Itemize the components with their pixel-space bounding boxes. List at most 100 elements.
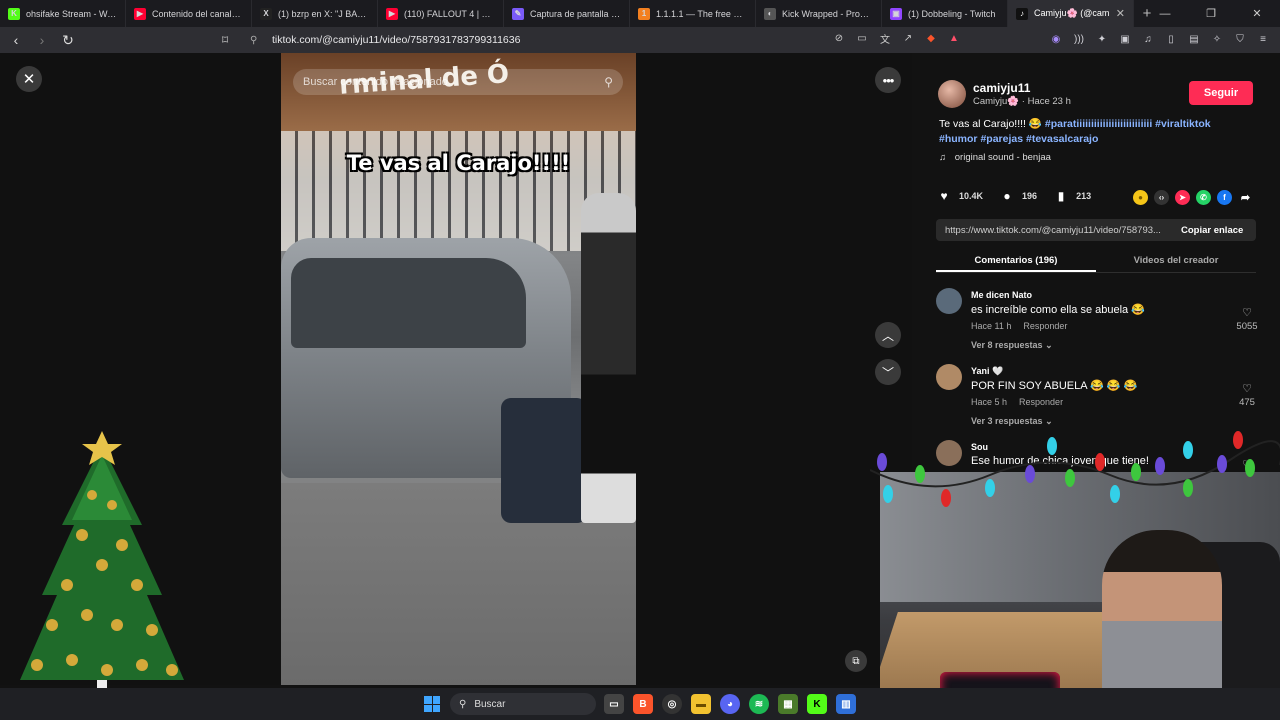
browser-tab[interactable]: ◐ Kick Wrapped - Processin [756,0,882,27]
comment-like[interactable]: ♡ 5055 [1232,306,1262,332]
browser-tab[interactable]: ▶ Contenido del canal - You [126,0,252,27]
comment-like[interactable]: ♡ 475 [1232,382,1262,408]
search-icon[interactable]: ⚲ [604,75,613,89]
video-player[interactable]: rminal de Ó Buscar contenido relacionado… [281,53,636,685]
reply-button[interactable]: Responder [1019,397,1063,407]
site-info-icon[interactable]: ⚲ [250,35,266,46]
close-video-button[interactable]: ✕ [16,66,42,92]
save-stat[interactable]: ▮ 213 [1053,188,1091,204]
kick-icon[interactable]: K [807,694,827,714]
task-view-icon[interactable]: ▭ [604,694,624,714]
obs-icon[interactable]: ◎ [662,694,682,714]
cast-icon[interactable]: ▭ [855,31,869,45]
follow-button[interactable]: Seguir [1189,81,1253,105]
extensions-icon[interactable]: ✦ [1095,32,1109,46]
address-url[interactable]: tiktok.com/@camiyju11/video/758793178379… [272,34,520,46]
close-window-icon[interactable]: ✕ [1234,0,1280,27]
bookmark-icon[interactable]: ⌑ [222,33,238,47]
hashtag-link[interactable]: #humor [939,133,978,145]
menu-icon[interactable]: ≡ [1256,32,1270,46]
translate-icon[interactable]: 文 [878,31,892,46]
audio-icon[interactable]: ))) [1072,32,1086,46]
hashtag-link[interactable]: #viraltiktok [1155,118,1210,130]
windows-start-icon[interactable] [424,696,440,712]
whatsapp-icon[interactable]: ✆ [1196,190,1211,205]
browser-tab[interactable]: Kohsifake Stream - Watch L [0,0,126,27]
browser-tab[interactable]: X (1) bzrp en X: "J BALVIN || [252,0,378,27]
brave-rewards-icon[interactable]: ▲ [947,31,961,45]
back-icon[interactable]: ‹ [6,30,26,50]
screenshot-icon[interactable]: ▣ [1118,32,1132,46]
vpn-icon[interactable]: ⛉ [1233,32,1247,46]
browser-tab[interactable]: ✎ Captura de pantalla por Li [504,0,630,27]
music-icon[interactable]: ♫ [1141,32,1155,46]
description-text: Te vas al Carajo!!!! 😂 [939,118,1042,130]
christmas-lights-overlay [870,431,1280,507]
store-icon[interactable]: ▥ [836,694,856,714]
wallet-icon[interactable]: ▤ [1187,32,1201,46]
like-stat[interactable]: ♥ 10.4K [936,188,983,204]
browser-tab[interactable]: ♪ Camiyju🌸 (@cam ✕ [1008,0,1134,27]
next-video-button[interactable]: ﹀ [875,359,901,385]
browser-tab[interactable]: ▣ (1) Dobbeling - Twitch [882,0,1008,27]
hashtag-link[interactable]: #parejas [980,133,1023,145]
related-search-placeholder: Buscar contenido relacionado [303,76,448,88]
hashtag-link[interactable]: #paratiiiiiiiiiiiiiiiiiiiiiiiiii [1045,118,1152,130]
reload-icon[interactable]: ↻ [58,30,78,50]
embed-icon[interactable]: ‹› [1154,190,1169,205]
comment-icon[interactable]: ● [999,188,1015,204]
taskbar-search[interactable]: ⚲ Buscar [450,693,596,715]
no-camera-icon[interactable]: ⊘ [832,31,846,45]
commenter-name[interactable]: Me dicen Nato [971,290,1032,300]
commenter-name[interactable]: Yani 🤍 [971,366,1003,377]
brave-shield-icon[interactable]: ◆ [924,31,938,45]
browser-tab[interactable]: 1 1.1.1.1 — The free app tha [630,0,756,27]
author-username[interactable]: camiyju11 [973,81,1030,95]
commenter-avatar[interactable] [936,288,962,314]
navigation-bar: ‹ › ↻ ⌑ ⚲ tiktok.com/@camiyju11/video/75… [0,27,1280,53]
minecraft-icon[interactable]: ▦ [778,694,798,714]
copy-link-button[interactable]: Copiar enlace [1181,225,1243,236]
share-icon[interactable]: ↗ [901,31,915,45]
view-replies-label: Ver 3 respuestas [971,416,1043,426]
brave-icon[interactable]: B [633,694,653,714]
bookmark-icon[interactable]: ▮ [1053,188,1069,204]
sidebar-icon[interactable]: ▯ [1164,32,1178,46]
forward-icon[interactable]: › [32,30,52,50]
browser-tab[interactable]: ▶ (110) FALLOUT 4 | PRIMER [378,0,504,27]
heart-outline-icon[interactable]: ♡ [1232,382,1262,395]
heart-outline-icon[interactable]: ♡ [1232,306,1262,319]
picture-in-picture-button[interactable]: ⧉ [845,650,867,672]
discord-icon[interactable]: ◕ [720,694,740,714]
file-explorer-icon[interactable]: ▬ [691,694,711,714]
author-avatar[interactable] [938,80,966,108]
spotify-icon[interactable]: ≋ [749,694,769,714]
close-tab-icon[interactable]: ✕ [1116,7,1125,20]
hashtag-link[interactable]: #tevasalcarajo [1026,133,1098,145]
previous-video-button[interactable]: ︿ [875,322,901,348]
facebook-icon[interactable]: f [1217,190,1232,205]
author-display-line: Camiyju🌸 · Hace 23 h [973,96,1071,107]
tab-comments[interactable]: Comentarios (196) [936,249,1096,272]
leo-icon[interactable]: ◉ [1049,32,1063,46]
more-options-button[interactable]: ••• [875,67,901,93]
address-bar-actions: ⊘ ▭ 文 ↗ ◆ ▲ [832,31,961,46]
share-arrow-icon[interactable]: ➦ [1238,190,1253,205]
maximize-icon[interactable]: ❐ [1188,0,1234,27]
commenter-avatar[interactable] [936,364,962,390]
music-link[interactable]: ♫ original sound - benjaa [939,152,1051,163]
comment-time: Hace 5 h [971,397,1008,407]
related-search-input[interactable]: Buscar contenido relacionado ⚲ [293,69,623,95]
view-replies-button[interactable]: Ver 3 respuestas ⌄ [971,416,1053,427]
coin-icon[interactable]: ● [1133,190,1148,205]
send-icon[interactable]: ➤ [1175,190,1190,205]
reply-button[interactable]: Responder [1023,321,1067,331]
view-replies-button[interactable]: Ver 8 respuestas ⌄ [971,340,1053,351]
video-link-url[interactable]: https://www.tiktok.com/@camiyju11/video/… [945,225,1171,236]
heart-icon[interactable]: ♥ [936,188,952,204]
comment-stat[interactable]: ● 196 [999,188,1037,204]
tab-creator-videos[interactable]: Videos del creador [1096,249,1256,272]
minimize-icon[interactable]: — [1142,0,1188,27]
ai-icon[interactable]: ✧ [1210,32,1224,46]
video-suitcase [501,398,587,523]
